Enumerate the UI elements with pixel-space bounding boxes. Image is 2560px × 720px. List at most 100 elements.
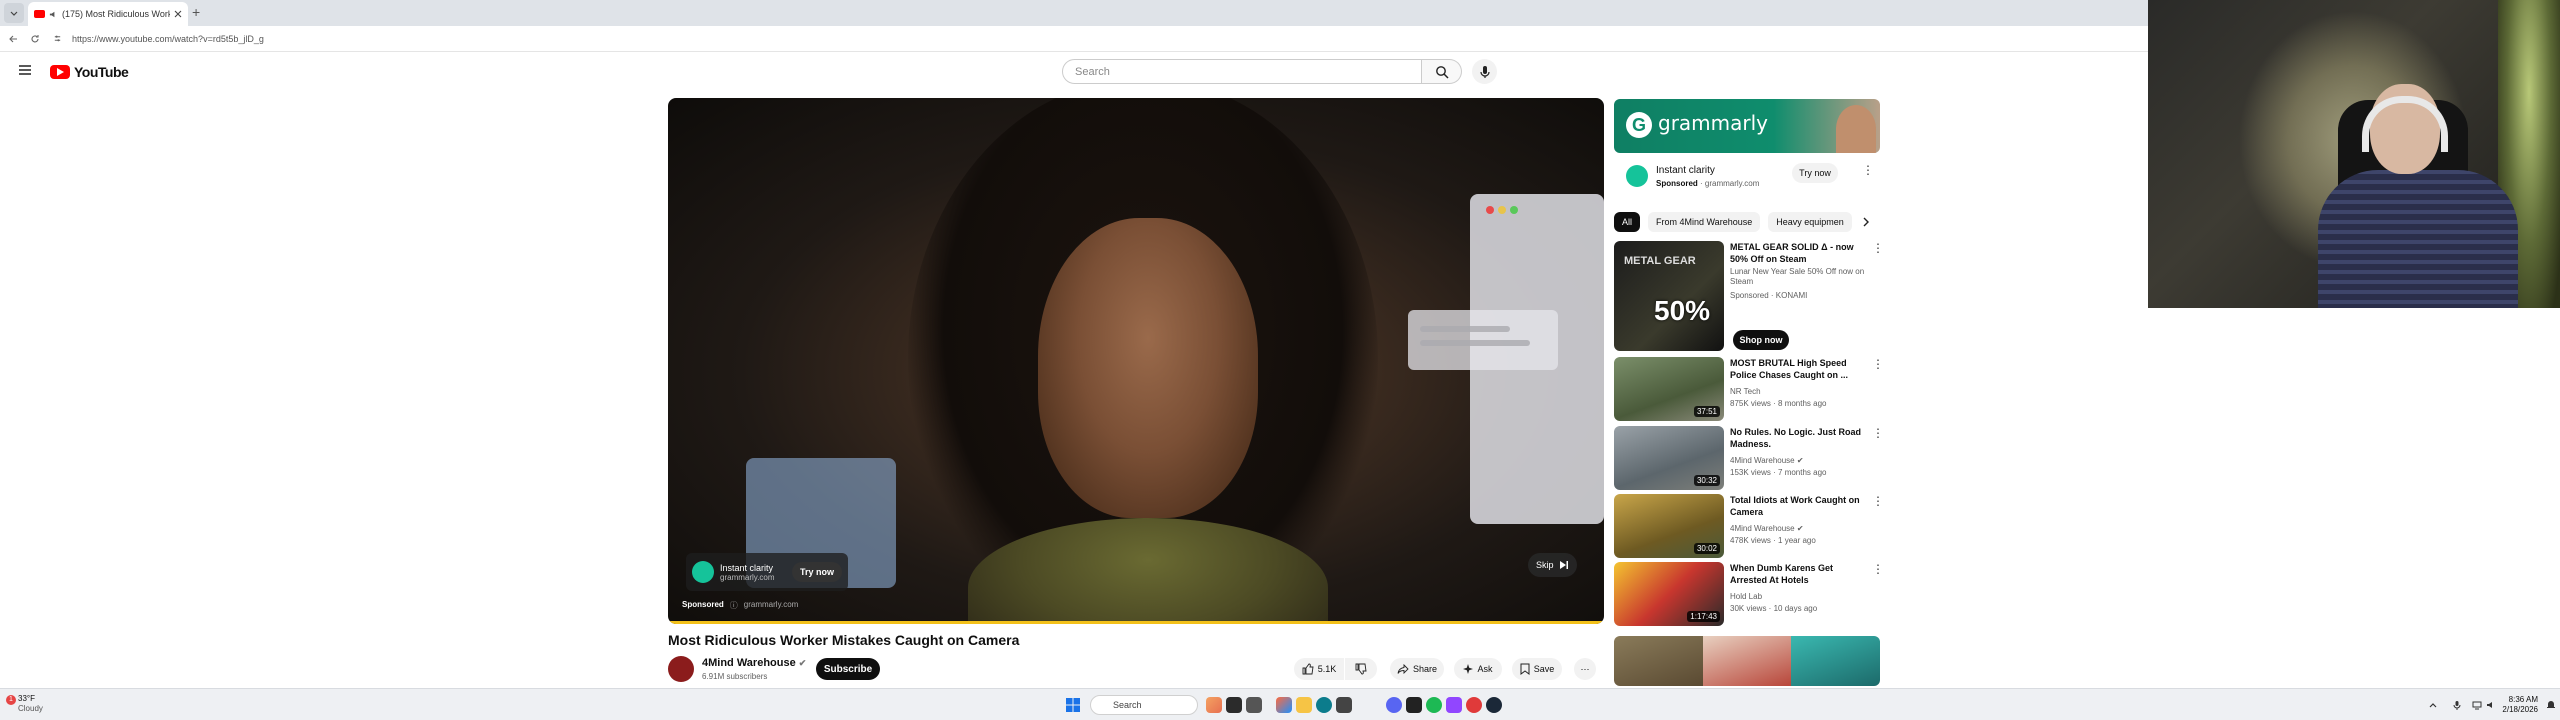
thumbnail-art: METAL GEAR: [1624, 255, 1696, 267]
skip-ad-button[interactable]: Skip: [1528, 553, 1577, 577]
video-thumbnail[interactable]: 37:51: [1614, 357, 1724, 421]
more-options-icon[interactable]: ⋮: [1862, 164, 1874, 176]
video-ad-overlay[interactable]: Instant clarity grammarly.com Try now: [686, 553, 848, 591]
more-options-icon[interactable]: ⋮: [1872, 495, 1884, 507]
recommendation-item[interactable]: 37:51 MOST BRUTAL High Speed Police Chas…: [1614, 357, 1884, 421]
ad-progress-bar[interactable]: [668, 621, 1604, 624]
thumbnail-art: 50%: [1654, 295, 1711, 326]
system-clock[interactable]: 8:36 AM 2/18/2026: [2478, 695, 2538, 715]
store-app-icon[interactable]: [1276, 697, 1292, 713]
youtube-favicon-icon: [34, 10, 45, 18]
weather-icon[interactable]: 1: [6, 695, 16, 705]
obs-recording-icon[interactable]: [1466, 697, 1482, 713]
app-icon[interactable]: [1336, 697, 1352, 713]
recommendation-title[interactable]: Total Idiots at Work Caught on Camera: [1730, 494, 1870, 518]
chip-heavy-equipment[interactable]: Heavy equipmen: [1768, 212, 1852, 232]
spotify-icon[interactable]: [1426, 697, 1442, 713]
video-thumbnail[interactable]: [1791, 636, 1880, 686]
microphone-icon[interactable]: [2452, 700, 2462, 710]
tab-list-button[interactable]: [4, 3, 24, 23]
subscribe-button[interactable]: Subscribe: [816, 658, 880, 680]
video-thumbnail[interactable]: [1702, 636, 1792, 686]
file-explorer-icon[interactable]: [1296, 697, 1312, 713]
grammarly-logo-icon: G: [1626, 112, 1652, 138]
back-arrow-icon[interactable]: [6, 32, 20, 46]
video-duration: 37:51: [1693, 406, 1720, 417]
edge-browser-icon[interactable]: [1316, 697, 1332, 713]
video-duration: 30:02: [1693, 543, 1720, 554]
shop-now-button[interactable]: Shop now: [1733, 330, 1789, 350]
chevron-up-icon[interactable]: [2428, 700, 2438, 710]
url-field[interactable]: https://www.youtube.com/watch?v=rd5t5b_j…: [72, 34, 264, 44]
steam-icon[interactable]: [1486, 697, 1502, 713]
recommendation-title[interactable]: When Dumb Karens Get Arrested At Hotels: [1730, 562, 1870, 586]
chip-from-channel[interactable]: From 4Mind Warehouse: [1648, 212, 1761, 232]
recommendation-meta: 153K views · 7 months ago: [1730, 468, 1827, 477]
recommendation-item[interactable]: 30:32 No Rules. No Logic. Just Road Madn…: [1614, 426, 1884, 490]
taskbar-search[interactable]: Search: [1090, 695, 1198, 715]
more-actions-button[interactable]: ⋯: [1574, 658, 1596, 680]
site-info-icon[interactable]: [50, 32, 64, 46]
share-button[interactable]: Share: [1390, 658, 1444, 680]
recommendation-title[interactable]: MOST BRUTAL High Speed Police Chases Cau…: [1730, 357, 1870, 381]
notification-bell-icon[interactable]: [2546, 700, 2556, 710]
chip-all[interactable]: All: [1614, 212, 1641, 232]
terminal-app-icon[interactable]: [1246, 697, 1262, 713]
verified-icon: ✔: [1796, 524, 1804, 533]
video-thumbnail[interactable]: 30:02: [1614, 494, 1724, 558]
save-button[interactable]: Save: [1512, 658, 1562, 680]
app-icon[interactable]: [1406, 697, 1422, 713]
recommendation-channel: NR Tech: [1730, 387, 1761, 396]
video-thumbnail[interactable]: 1:17:43: [1614, 562, 1724, 626]
like-button[interactable]: 5.1K: [1294, 658, 1344, 680]
video-thumbnail[interactable]: 30:32: [1614, 426, 1724, 490]
video-player[interactable]: Instant clarity grammarly.com Try now Sp…: [668, 98, 1604, 624]
sponsored-line: Sponsored ⓘ grammarly.com: [682, 600, 798, 611]
recommendation-title[interactable]: METAL GEAR SOLID Δ - now 50% Off on Stea…: [1730, 241, 1870, 265]
channel-avatar[interactable]: [668, 656, 694, 682]
webcam-person-body: [2318, 170, 2518, 308]
more-options-icon[interactable]: ⋮: [1872, 563, 1884, 575]
more-options-icon[interactable]: ⋮: [1872, 358, 1884, 370]
task-view-icon[interactable]: [1226, 697, 1242, 713]
more-options-icon[interactable]: ⋮: [1872, 242, 1884, 254]
sidebar-ad-row[interactable]: Instant clarity Sponsored · grammarly.co…: [1614, 157, 1880, 193]
browser-tab[interactable]: (175) Most Ridiculous Worke: [28, 2, 188, 26]
youtube-logo[interactable]: YouTube: [50, 64, 129, 80]
weather-widget[interactable]: 33°F Cloudy: [18, 694, 43, 714]
windows-start-icon[interactable]: [1066, 698, 1080, 712]
twitch-icon[interactable]: [1446, 697, 1462, 713]
sidebar-try-now-button[interactable]: Try now: [1792, 163, 1838, 183]
skip-label: Skip: [1536, 560, 1554, 570]
more-options-icon[interactable]: ⋮: [1872, 427, 1884, 439]
video-thumbnail[interactable]: METAL GEAR 50%: [1614, 241, 1724, 351]
ad-domain: grammarly.com: [720, 572, 775, 582]
close-tab-icon[interactable]: [174, 10, 182, 18]
weather-temp: 33°F: [18, 694, 35, 703]
sidebar-ad-banner[interactable]: G grammarly: [1614, 99, 1880, 153]
ask-button[interactable]: Ask: [1454, 658, 1502, 680]
save-label: Save: [1533, 664, 1555, 674]
recommendation-item[interactable]: 1:17:43 When Dumb Karens Get Arrested At…: [1614, 562, 1884, 626]
hamburger-menu-icon[interactable]: [18, 64, 32, 76]
channel-name[interactable]: 4Mind Warehouse ✔: [702, 657, 806, 669]
logo-text: YouTube: [74, 64, 129, 80]
chevron-right-icon[interactable]: [1858, 214, 1874, 230]
grammarly-icon: [692, 561, 714, 583]
voice-search-button[interactable]: [1472, 59, 1497, 84]
dislike-button[interactable]: [1345, 658, 1377, 680]
recommendation-title[interactable]: No Rules. No Logic. Just Road Madness.: [1730, 426, 1870, 450]
new-tab-button[interactable]: +: [192, 5, 200, 19]
widget-app-icon[interactable]: [1206, 697, 1222, 713]
speaker-icon[interactable]: [49, 10, 58, 19]
ad-try-now-button[interactable]: Try now: [791, 562, 842, 582]
search-button[interactable]: [1422, 59, 1462, 84]
info-icon[interactable]: ⓘ: [730, 600, 738, 611]
video-thumbnail[interactable]: [1614, 636, 1703, 686]
video-duration: 1:17:43: [1687, 611, 1720, 622]
search-input[interactable]: Search: [1062, 59, 1422, 84]
discord-icon[interactable]: [1386, 697, 1402, 713]
refresh-icon[interactable]: [28, 32, 42, 46]
recommendation-thumbnail-strip[interactable]: [1614, 636, 1880, 686]
recommendation-item[interactable]: 30:02 Total Idiots at Work Caught on Cam…: [1614, 494, 1884, 558]
